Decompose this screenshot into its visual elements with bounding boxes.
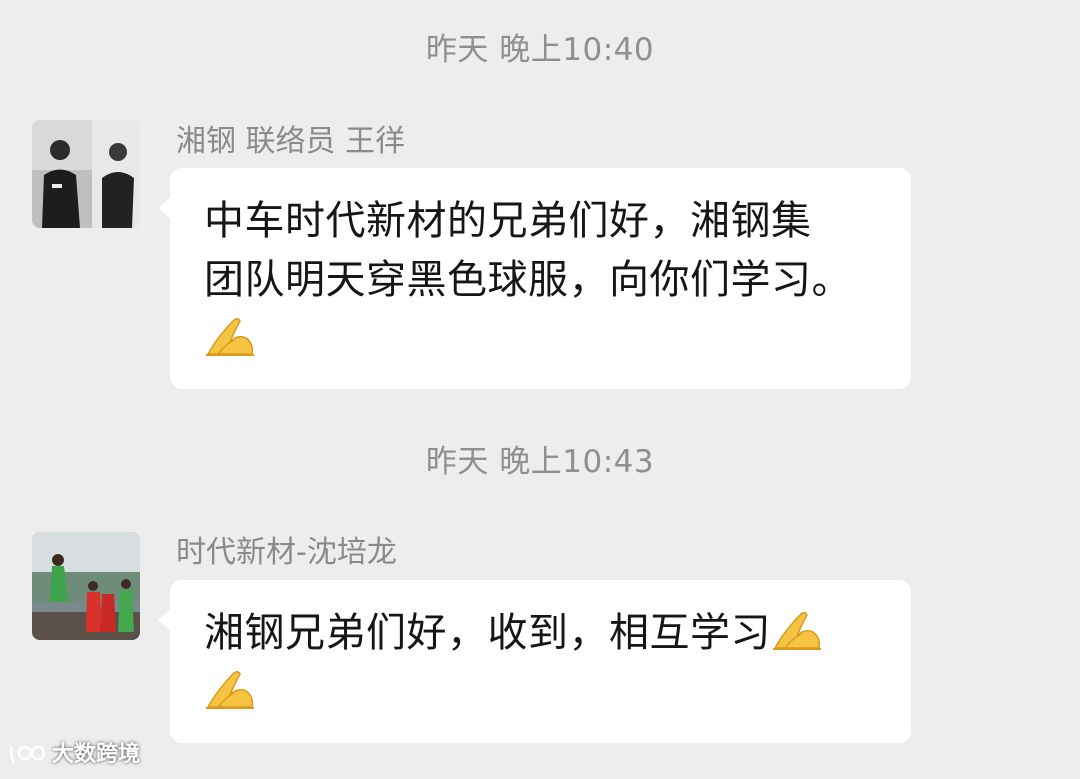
message-bubble[interactable]: 湘钢兄弟们好，收到，相互学习 (170, 580, 911, 743)
watermark-logo-icon (10, 745, 46, 764)
message-timestamp: 昨天 晚上10:40 (425, 32, 655, 68)
message-text-line: 湘钢兄弟们好，收到，相互学习 (204, 610, 771, 656)
avatar-photo-icon (32, 120, 140, 228)
message-text-line: 中车时代新材的兄弟们好，湘钢集 (204, 198, 812, 244)
message-bubble[interactable]: 中车时代新材的兄弟们好，湘钢集 团队明天穿黑色球服，向你们学习。 (170, 168, 911, 389)
message-text-line: 团队明天穿黑色球服，向你们学习。 (204, 257, 852, 303)
watermark: 大数跨境 (8, 740, 140, 770)
watermark-text: 大数跨境 (52, 742, 141, 767)
message-timestamp: 昨天 晚上10:43 (425, 444, 655, 480)
avatar[interactable] (32, 532, 140, 640)
sender-name: 时代新材-沈培龙 (176, 535, 397, 570)
folded-hands-icon (773, 611, 821, 650)
folded-hands-icon (206, 317, 254, 356)
avatar[interactable] (32, 120, 140, 228)
folded-hands-icon (206, 670, 254, 709)
avatar-photo-icon (32, 532, 140, 640)
sender-name: 湘钢 联络员 王徉 (176, 124, 406, 159)
